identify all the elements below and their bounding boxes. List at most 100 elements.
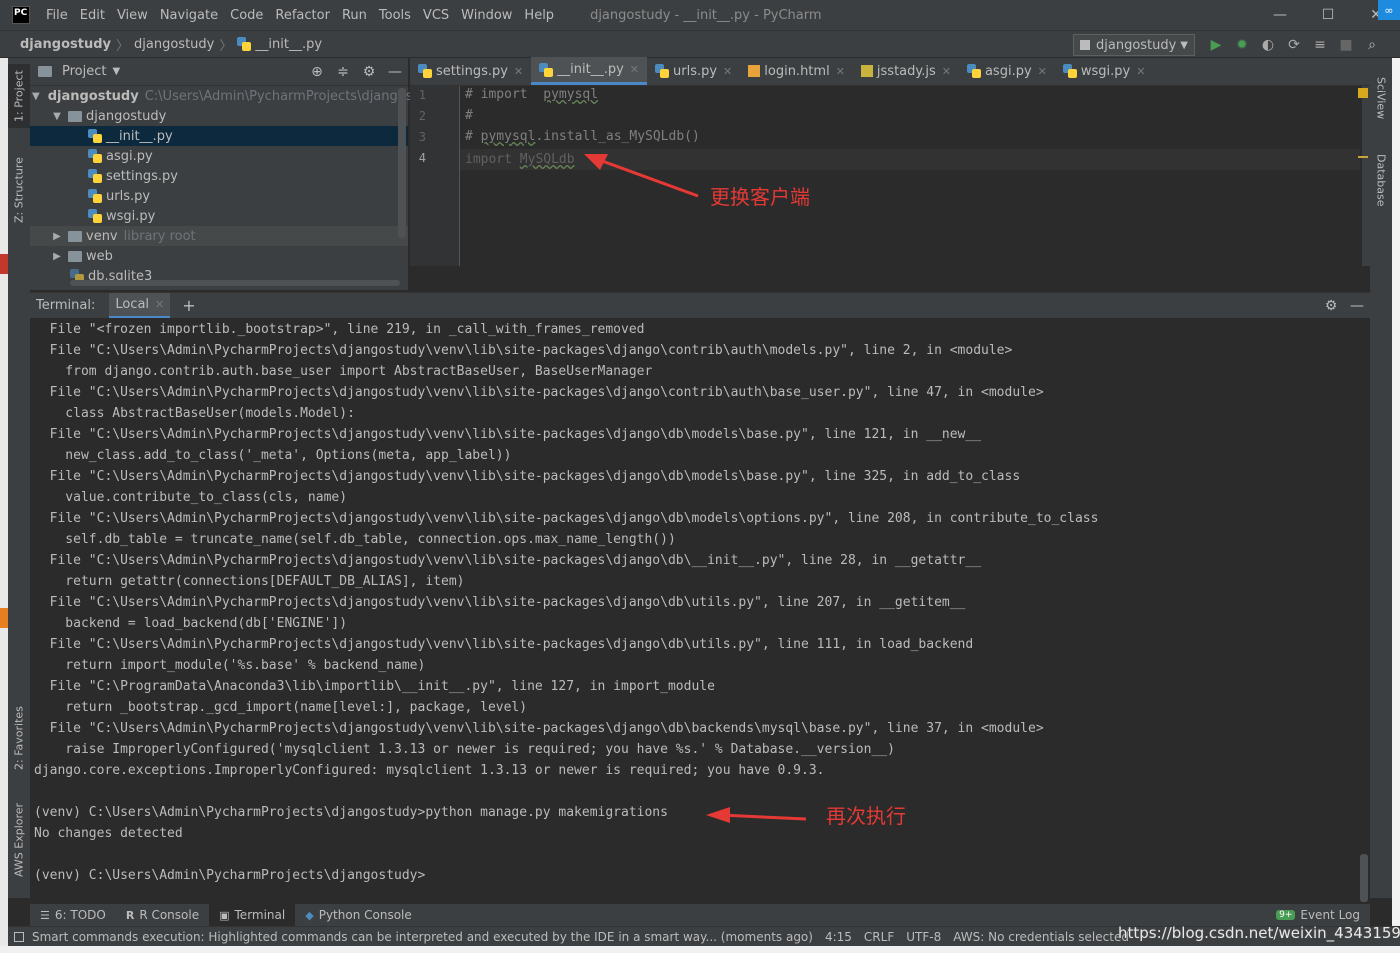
menu-help[interactable]: Help xyxy=(518,8,560,23)
tree-item-root[interactable]: ▼ djangostudy C:\Users\Admin\PycharmProj… xyxy=(30,86,442,106)
terminal-line: File "C:\Users\Admin\PycharmProjects\dja… xyxy=(34,553,982,568)
terminal-output[interactable]: File "<frozen importlib._bootstrap>", li… xyxy=(30,318,1370,902)
menu-refactor[interactable]: Refactor xyxy=(269,8,336,23)
file-encoding[interactable]: UTF-8 xyxy=(906,930,941,944)
tab-wsgi[interactable]: wsgi.py ✕ xyxy=(1055,57,1154,85)
gear-icon[interactable]: ⚙ xyxy=(1318,298,1344,314)
tree-item-init-file[interactable]: __init__.py xyxy=(30,126,408,146)
debug-icon[interactable]: ✹ xyxy=(1231,35,1253,55)
menu-window[interactable]: Window xyxy=(455,8,518,23)
menu-vcs[interactable]: VCS xyxy=(417,8,455,23)
run-configuration-select[interactable]: djangostudy ▼ xyxy=(1073,34,1195,56)
menu-code[interactable]: Code xyxy=(224,8,269,23)
tab-asgi[interactable]: asgi.py ✕ xyxy=(959,57,1055,85)
chevron-right-icon[interactable]: ▶ xyxy=(50,251,64,262)
tool-tab-todo[interactable]: ☰ 6: TODO xyxy=(30,904,116,926)
tree-item-venv[interactable]: ▶ venv library root xyxy=(30,226,408,246)
close-icon[interactable]: ✕ xyxy=(723,65,732,78)
new-terminal-icon[interactable]: + xyxy=(182,296,195,315)
search-icon[interactable]: ⌕ xyxy=(1361,35,1383,55)
code-keyword: import xyxy=(465,152,520,167)
collapse-all-icon[interactable]: ≑ xyxy=(330,64,356,80)
html-file-icon xyxy=(748,65,761,77)
tree-item-wsgi-file[interactable]: wsgi.py xyxy=(30,206,408,226)
terminal-tab-local[interactable]: Local ✕ xyxy=(109,292,171,319)
close-icon[interactable]: ✕ xyxy=(942,65,951,78)
caret-position[interactable]: 4:15 xyxy=(825,930,852,944)
concurrency-icon[interactable]: ≡ xyxy=(1309,35,1331,55)
menu-file[interactable]: File xyxy=(40,8,74,23)
chevron-down-icon[interactable]: ▼ xyxy=(32,91,40,102)
breadcrumb-project[interactable]: djangostudy xyxy=(20,37,111,52)
close-icon[interactable]: ✕ xyxy=(1136,65,1145,78)
background-left-edge xyxy=(0,58,8,953)
hide-icon[interactable]: — xyxy=(1344,298,1370,314)
terminal-line: File "C:\Users\Admin\PycharmProjects\dja… xyxy=(34,385,1044,400)
minimize-button[interactable]: — xyxy=(1256,0,1304,30)
tool-tab-aws-explorer[interactable]: AWS Explorer xyxy=(8,798,30,882)
close-icon[interactable]: ✕ xyxy=(1038,65,1047,78)
toggle-tool-windows-icon[interactable] xyxy=(14,931,24,942)
aws-credentials[interactable]: AWS: No credentials selected xyxy=(953,930,1129,944)
tab-urls[interactable]: urls.py ✕ xyxy=(647,57,740,85)
project-view-selector[interactable]: Project xyxy=(62,64,106,79)
terminal-line: new_class.add_to_class('_meta', Options(… xyxy=(34,448,512,463)
code-comment: # xyxy=(465,129,481,144)
annotation-text: 更换客户端 xyxy=(710,185,810,209)
code-editor[interactable]: 1 2 3 4 # import pymysql # # pymysql.ins… xyxy=(410,86,1370,290)
tab-jsstady[interactable]: jsstady.js ✕ xyxy=(853,57,959,85)
tree-item-package[interactable]: ▼ djangostudy xyxy=(30,106,408,126)
breadcrumb-file[interactable]: __init__.py xyxy=(255,37,322,52)
menu-navigate[interactable]: Navigate xyxy=(154,8,224,23)
coverage-icon[interactable]: ◐ xyxy=(1257,35,1279,55)
tool-tab-database[interactable]: Database xyxy=(1370,146,1392,214)
project-horizontal-scrollbar[interactable] xyxy=(70,280,400,286)
tree-item-settings-file[interactable]: settings.py xyxy=(30,166,408,186)
tool-tab-terminal[interactable]: ▣ Terminal xyxy=(209,904,296,926)
status-message[interactable]: Smart commands execution: Highlighted co… xyxy=(24,930,813,944)
close-icon[interactable]: ✕ xyxy=(155,298,164,311)
gear-icon[interactable]: ⚙ xyxy=(356,64,382,80)
tab-init[interactable]: __init__.py ✕ xyxy=(531,57,647,85)
hide-icon[interactable]: — xyxy=(382,64,408,80)
tab-login-html[interactable]: login.html ✕ xyxy=(740,57,853,85)
tool-tab-sciview[interactable]: SciView xyxy=(1370,68,1392,128)
tab-label: __init__.py xyxy=(557,62,624,77)
maximize-button[interactable]: ☐ xyxy=(1304,0,1352,30)
event-log-button[interactable]: 9+ Event Log xyxy=(1276,908,1360,922)
close-icon[interactable]: ✕ xyxy=(630,63,639,76)
editor-scrollbar[interactable] xyxy=(1362,86,1370,266)
run-icon[interactable]: ▶ xyxy=(1205,35,1227,55)
close-icon[interactable]: ✕ xyxy=(836,65,845,78)
tree-item-web[interactable]: ▶ web xyxy=(30,246,408,266)
annotation-arrow xyxy=(584,154,699,198)
tool-tab-project[interactable]: 1: Project xyxy=(8,64,30,128)
python-file-icon xyxy=(1062,64,1077,78)
terminal-scrollbar[interactable] xyxy=(1360,854,1368,902)
breadcrumb-package[interactable]: djangostudy xyxy=(134,37,214,52)
line-separator[interactable]: CRLF xyxy=(864,930,894,944)
menu-run[interactable]: Run xyxy=(336,8,373,23)
tool-tab-structure[interactable]: Z: Structure xyxy=(8,148,30,232)
warning-marker[interactable] xyxy=(1358,156,1368,158)
terminal-line: class AbstractBaseUser(models.Model): xyxy=(34,406,355,421)
chevron-right-icon[interactable]: ▶ xyxy=(50,231,64,242)
tab-settings[interactable]: settings.py ✕ xyxy=(410,57,531,85)
menu-edit[interactable]: Edit xyxy=(74,8,111,23)
close-icon[interactable]: ✕ xyxy=(514,65,523,78)
stop-icon[interactable]: ■ xyxy=(1335,35,1357,55)
profile-icon[interactable]: ⟳ xyxy=(1283,35,1305,55)
menu-tools[interactable]: Tools xyxy=(373,8,417,23)
locate-icon[interactable]: ⊕ xyxy=(304,64,330,80)
tree-item-asgi-file[interactable]: asgi.py xyxy=(30,146,408,166)
terminal-line: File "<frozen importlib._bootstrap>", li… xyxy=(34,322,645,337)
chevron-down-icon[interactable]: ▼ xyxy=(112,66,120,77)
tree-item-urls-file[interactable]: urls.py xyxy=(30,186,408,206)
tool-tab-favorites[interactable]: 2: Favorites xyxy=(8,698,30,778)
chevron-down-icon[interactable]: ▼ xyxy=(50,111,64,122)
tool-tab-r-console[interactable]: R R Console xyxy=(116,904,209,926)
warning-icon[interactable] xyxy=(1358,88,1368,98)
project-scrollbar[interactable] xyxy=(398,88,406,238)
tool-tab-python-console[interactable]: ◆ Python Console xyxy=(295,904,422,926)
menu-view[interactable]: View xyxy=(111,8,154,23)
